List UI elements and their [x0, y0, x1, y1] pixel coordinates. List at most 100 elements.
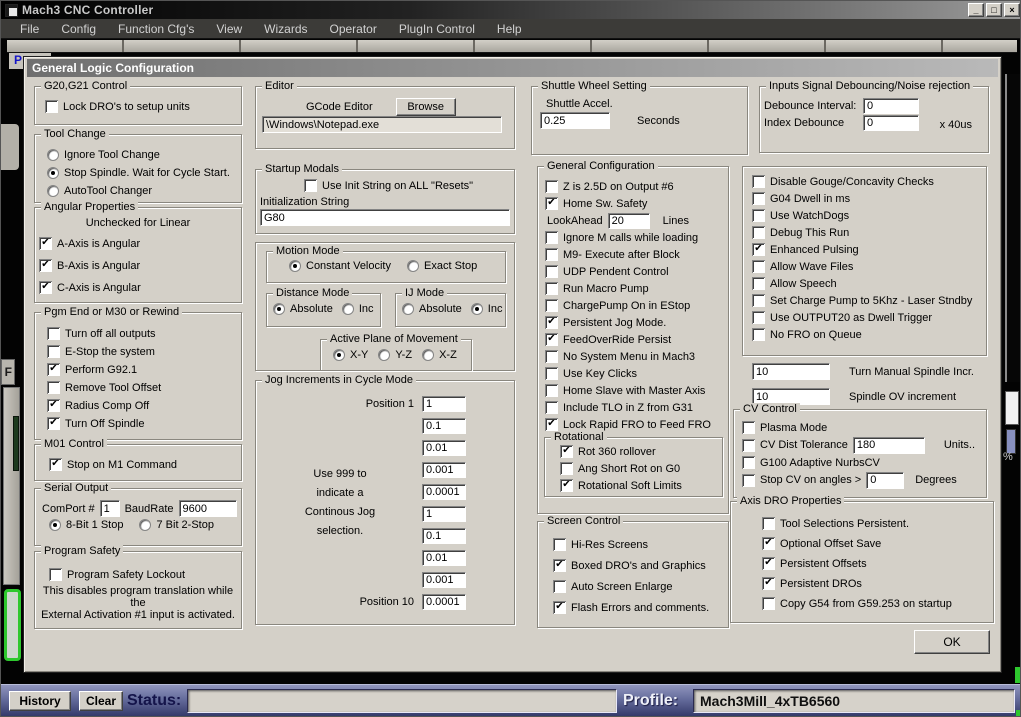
init-string-input[interactable] — [260, 209, 510, 226]
debounce-interval-input[interactable] — [863, 98, 919, 114]
comport-input[interactable] — [100, 500, 120, 517]
checkbox-unchecked[interactable] — [545, 299, 558, 312]
profile-field[interactable]: Mach3Mill_4xTB6560 — [693, 689, 1015, 713]
stop-cv-angles-input[interactable] — [866, 472, 904, 489]
history-button[interactable]: History — [9, 691, 71, 711]
menu-item-plugin-control[interactable]: PlugIn Control — [388, 22, 486, 36]
checkbox-checked[interactable]: ✔ — [39, 237, 52, 250]
shuttle-accel-input[interactable] — [540, 112, 610, 129]
checkbox-unchecked[interactable] — [49, 568, 62, 581]
stop-cv-on-angles-checkbox[interactable] — [742, 474, 755, 487]
jog-increment-input[interactable] — [422, 572, 466, 588]
radio-button-unselected[interactable] — [378, 349, 390, 361]
checkbox-unchecked[interactable] — [545, 282, 558, 295]
jog-increment-input[interactable] — [422, 418, 466, 434]
checkbox-checked[interactable]: ✔ — [545, 316, 558, 329]
g100-adaptive-nurbscv-checkbox[interactable] — [742, 456, 755, 469]
menu-item-wizards[interactable]: Wizards — [253, 22, 318, 36]
checkbox-checked[interactable]: ✔ — [545, 418, 558, 431]
jog-increment-input[interactable] — [422, 594, 466, 610]
radio-button-selected[interactable] — [333, 349, 345, 361]
checkbox-unchecked[interactable] — [545, 248, 558, 261]
dialog-titlebar[interactable]: General Logic Configuration — [27, 59, 998, 77]
lookahead-input[interactable] — [608, 213, 650, 229]
restore-icon[interactable]: □ — [986, 3, 1002, 17]
checkbox-unchecked[interactable] — [752, 294, 765, 307]
checkbox-unchecked[interactable] — [752, 328, 765, 341]
baudrate-input[interactable] — [179, 500, 237, 517]
status-field[interactable] — [187, 689, 617, 713]
checkbox-checked[interactable]: ✔ — [762, 557, 775, 570]
checkbox-checked[interactable]: ✔ — [545, 333, 558, 346]
cv-dist-tolerance-checkbox[interactable] — [742, 439, 755, 452]
checkbox-unchecked[interactable] — [304, 179, 317, 192]
jog-increment-input[interactable] — [422, 462, 466, 478]
jog-increment-input[interactable] — [422, 396, 466, 412]
menu-item-view[interactable]: View — [205, 22, 253, 36]
checkbox-unchecked[interactable] — [752, 260, 765, 273]
checkbox-checked[interactable]: ✔ — [553, 559, 566, 572]
checkbox-unchecked[interactable] — [45, 100, 58, 113]
jog-increment-input[interactable] — [422, 440, 466, 456]
checkbox-checked[interactable]: ✔ — [545, 197, 558, 210]
checkbox-unchecked[interactable] — [545, 384, 558, 397]
checkbox-unchecked[interactable] — [545, 401, 558, 414]
jog-increment-input[interactable] — [422, 528, 466, 544]
checkbox-unchecked[interactable] — [752, 192, 765, 205]
checkbox-unchecked[interactable] — [47, 381, 60, 394]
checkbox-checked[interactable]: ✔ — [762, 577, 775, 590]
checkbox-unchecked[interactable] — [752, 311, 765, 324]
menu-item-file[interactable]: File — [9, 22, 50, 36]
close-icon[interactable]: × — [1004, 3, 1020, 17]
gcode-editor-path-input[interactable] — [262, 116, 502, 133]
checkbox-checked[interactable]: ✔ — [762, 537, 775, 550]
checkbox-unchecked[interactable] — [752, 277, 765, 290]
menu-item-function-cfg-s[interactable]: Function Cfg's — [107, 22, 205, 36]
checkbox-unchecked[interactable] — [545, 350, 558, 363]
checkbox-unchecked[interactable] — [560, 462, 573, 475]
checkbox-checked[interactable]: ✔ — [752, 243, 765, 256]
checkbox-unchecked[interactable] — [545, 231, 558, 244]
checkbox-unchecked[interactable] — [545, 265, 558, 278]
radio-button-selected[interactable] — [471, 303, 483, 315]
checkbox-checked[interactable]: ✔ — [47, 363, 60, 376]
jog-increment-input[interactable] — [422, 550, 466, 566]
jog-increment-input[interactable] — [422, 484, 466, 500]
cv-dist-tolerance-input[interactable] — [853, 437, 925, 454]
radio-button-unselected[interactable] — [422, 349, 434, 361]
browse-button[interactable]: Browse — [396, 98, 456, 116]
manual-spindle-incr-input[interactable] — [752, 363, 830, 380]
checkbox-unchecked[interactable] — [752, 209, 765, 222]
plasma-mode-checkbox[interactable] — [742, 421, 755, 434]
checkbox-unchecked[interactable] — [752, 175, 765, 188]
checkbox-unchecked[interactable] — [752, 226, 765, 239]
checkbox-checked[interactable]: ✔ — [553, 601, 566, 614]
checkbox-unchecked[interactable] — [47, 345, 60, 358]
checkbox-checked[interactable]: ✔ — [39, 259, 52, 272]
checkbox-unchecked[interactable] — [47, 327, 60, 340]
radio-button-unselected[interactable] — [407, 260, 419, 272]
screen-tab-strip[interactable] — [7, 40, 1017, 53]
checkbox-unchecked[interactable] — [545, 367, 558, 380]
radio-button-selected[interactable] — [49, 519, 61, 531]
checkbox-checked[interactable]: ✔ — [47, 399, 60, 412]
checkbox-unchecked[interactable] — [762, 517, 775, 530]
radio-button-unselected[interactable] — [47, 149, 59, 161]
minimize-icon[interactable]: _ — [968, 3, 984, 17]
checkbox-unchecked[interactable] — [553, 538, 566, 551]
checkbox-unchecked[interactable] — [553, 580, 566, 593]
jog-increment-input[interactable] — [422, 506, 466, 522]
radio-button-unselected[interactable] — [47, 185, 59, 197]
checkbox-checked[interactable]: ✔ — [560, 479, 573, 492]
checkbox-checked[interactable]: ✔ — [39, 281, 52, 294]
checkbox-checked[interactable]: ✔ — [49, 458, 62, 471]
checkbox-checked[interactable]: ✔ — [560, 445, 573, 458]
checkbox-unchecked[interactable] — [545, 180, 558, 193]
index-debounce-input[interactable] — [863, 115, 919, 131]
radio-button-selected[interactable] — [289, 260, 301, 272]
radio-button-unselected[interactable] — [342, 303, 354, 315]
ok-button[interactable]: OK — [914, 630, 990, 654]
radio-button-unselected[interactable] — [402, 303, 414, 315]
checkbox-checked[interactable]: ✔ — [47, 417, 60, 430]
radio-button-selected[interactable] — [47, 167, 59, 179]
